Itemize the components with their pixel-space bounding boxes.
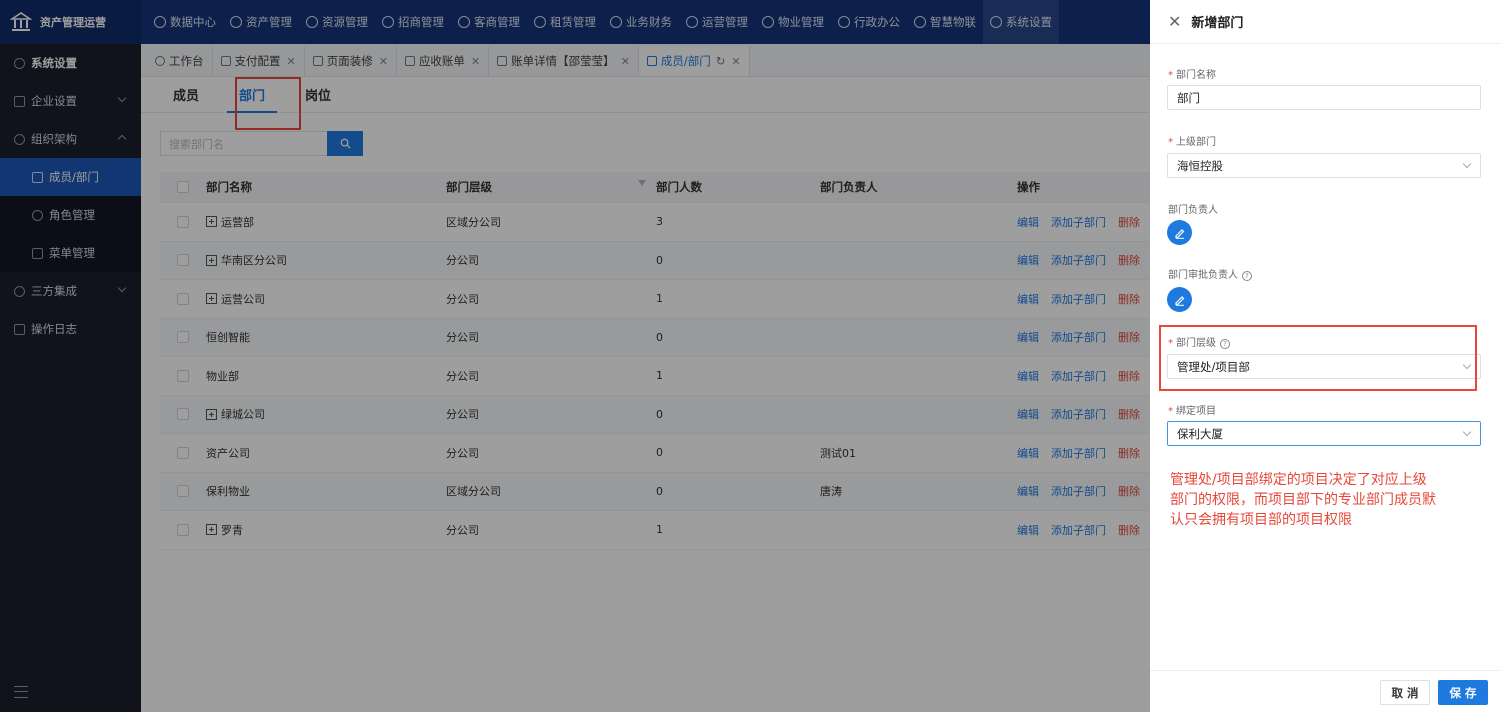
modal-overlay[interactable]	[0, 0, 1150, 712]
dept-name-label: * 部门名称	[1168, 70, 1216, 81]
drawer-header: ✕ 新增部门	[1150, 0, 1500, 44]
bind-project-select[interactable]: 保利大厦	[1167, 421, 1481, 446]
cancel-button[interactable]: 取 消	[1380, 680, 1430, 705]
label-text: 上级部门	[1176, 137, 1216, 148]
save-button[interactable]: 保 存	[1438, 680, 1488, 705]
label-text: 部门名称	[1176, 70, 1216, 81]
bind-project-label: * 绑定项目	[1168, 406, 1216, 417]
parent-dept-value: 海恒控股	[1177, 158, 1223, 173]
select-head-button[interactable]	[1167, 220, 1192, 245]
pencil-icon	[1174, 295, 1184, 306]
drawer-title: 新增部门	[1191, 16, 1244, 31]
label-text: 绑定项目	[1176, 406, 1216, 417]
annotation-note: 管理处/项目部绑定的项目决定了对应上级部门的权限，而项目部下的专业部门成员默认只…	[1170, 472, 1436, 528]
drawer-footer: 取 消 保 存	[1150, 670, 1500, 712]
parent-dept-select[interactable]: 海恒控股	[1167, 153, 1481, 178]
parent-dept-label: * 上级部门	[1168, 137, 1216, 148]
dept-approver-label: 部门审批负责人?	[1168, 266, 1252, 281]
label-text: 部门审批负责人	[1168, 270, 1238, 281]
help-icon[interactable]: ?	[1242, 271, 1252, 281]
dept-head-label: 部门负责人	[1168, 205, 1218, 216]
pencil-icon	[1174, 228, 1184, 239]
chevron-down-icon	[1462, 427, 1472, 437]
select-approver-button[interactable]	[1167, 287, 1192, 312]
dept-name-field[interactable]: 部门	[1167, 85, 1481, 110]
close-icon[interactable]: ✕	[1168, 12, 1181, 31]
highlight-box	[1159, 325, 1477, 391]
bind-project-value: 保利大厦	[1177, 426, 1223, 441]
chevron-down-icon	[1462, 159, 1472, 169]
